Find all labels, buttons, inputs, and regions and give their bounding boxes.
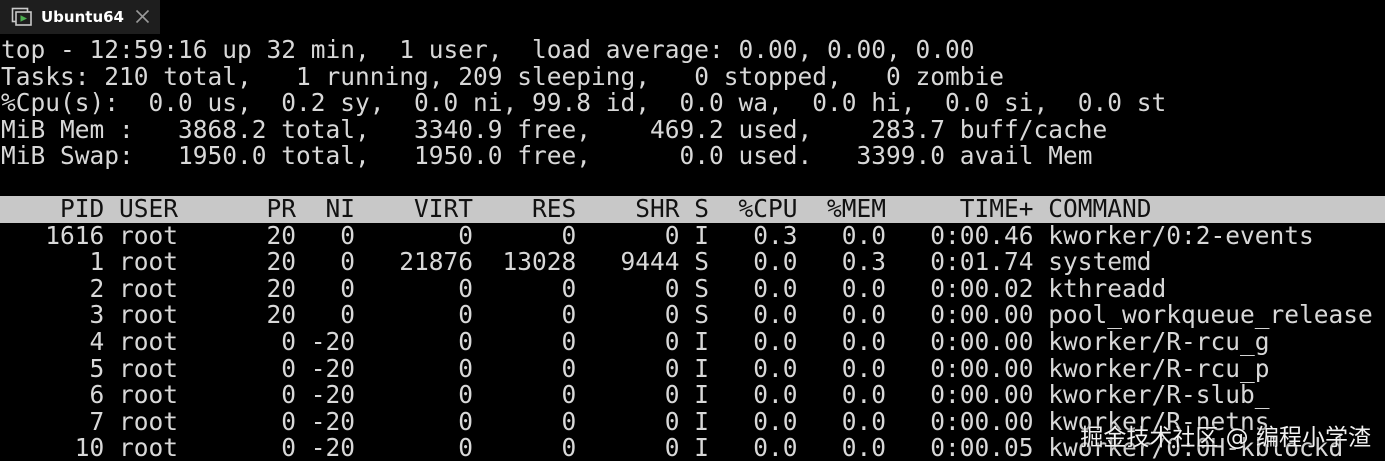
tab-title: Ubuntu64 [41, 8, 124, 26]
close-icon[interactable] [134, 8, 151, 25]
summary-line: MiB Mem : 3868.2 total, 3340.9 free, 469… [1, 114, 1108, 144]
watermark: 掘金技术社区 @ 编程小学渣 [1080, 425, 1371, 451]
summary-line: Tasks: 210 total, 1 running, 209 sleepin… [1, 61, 1005, 91]
tab-strip: Ubuntu64 [0, 0, 1385, 34]
process-row: 4 root 0 -20 0 0 0 I 0.0 0.0 0:00.00 kwo… [1, 327, 1270, 356]
summary-line: MiB Swap: 1950.0 total, 1950.0 free, 0.0… [1, 141, 1093, 171]
process-row: 1 root 20 0 21876 13028 9444 S 0.0 0.3 0… [1, 247, 1152, 277]
vm-window-icon [11, 7, 33, 27]
process-row: 3 root 20 0 0 0 0 S 0.0 0.0 0:00.00 pool… [1, 300, 1373, 330]
summary-line: top - 12:59:16 up 32 min, 1 user, load a… [1, 37, 975, 64]
terminal-screen[interactable]: top - 12:59:16 up 32 min, 1 user, load a… [0, 37, 1385, 461]
process-row: 5 root 0 -20 0 0 0 I 0.0 0.0 0:00.00 kwo… [1, 353, 1270, 383]
process-row: 6 root 0 -20 0 0 0 I 0.0 0.0 0:00.00 kwo… [1, 380, 1270, 410]
tab-ubuntu64[interactable]: Ubuntu64 [0, 0, 160, 34]
process-table-header: PID USER PR NI VIRT RES SHR S %CPU %MEM … [0, 195, 1385, 223]
process-row: 2 root 20 0 0 0 0 S 0.0 0.0 0:00.02 kthr… [1, 273, 1167, 303]
process-row: 1616 root 20 0 0 0 0 I 0.3 0.0 0:00.46 k… [1, 220, 1314, 250]
summary-line: %Cpu(s): 0.0 us, 0.2 sy, 0.0 ni, 99.8 id… [1, 88, 1167, 118]
